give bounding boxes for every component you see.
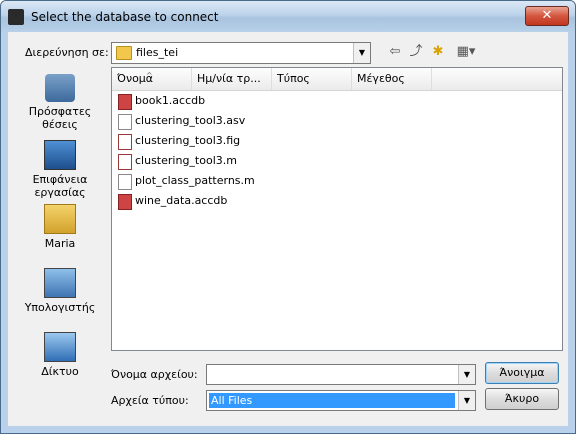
filetype-value: All Files [209,393,455,408]
look-in-combobox[interactable]: files_tei ▼ [111,42,371,64]
computer-icon [44,268,76,298]
filetype-select[interactable]: All Files ▼ [206,390,476,411]
filename-dropdown-arrow[interactable]: ▼ [458,365,475,384]
place-label: Maria [44,237,76,250]
column-size[interactable]: Μέγεθος [352,68,432,90]
filetype-dropdown-arrow[interactable]: ▼ [458,391,475,410]
place-user[interactable]: Maria [14,204,106,250]
look-in-label: Διερεύνηση σε: [25,46,109,59]
title-bar[interactable]: Select the database to connect ✕ [1,1,575,32]
place-network[interactable]: Δίκτυο [14,332,106,378]
dialog-window: Select the database to connect ✕ Διερεύν… [0,0,576,434]
text-file-icon [118,114,132,130]
file-name: clustering_tool3.m [135,154,237,167]
column-name[interactable]: ^ Όνομα [112,68,192,90]
sort-indicator-icon: ^ [146,71,153,80]
filetype-label: Αρχεία τύπου: [111,394,189,407]
file-name: book1.accdb [135,94,206,107]
network-icon [44,332,76,362]
column-date[interactable]: Ημ/νία τρ... [192,68,272,90]
file-name: wine_data.accdb [135,194,228,207]
place-label: Επιφάνεια εργασίας [32,173,88,199]
up-folder-icon[interactable]: ⤴ [406,43,426,61]
recent-places-icon [45,74,75,102]
file-name: plot_class_patterns.m [135,174,255,187]
matlab-icon [8,9,24,25]
desktop-icon [44,140,76,170]
views-menu-icon[interactable]: ▦▾ [452,43,480,61]
look-in-dropdown-arrow[interactable]: ▼ [353,43,370,63]
open-button[interactable]: Άνοιγμα [485,362,559,384]
filename-label: Όνομα αρχείου: [111,368,198,381]
user-folder-icon [44,204,76,234]
dialog-body: Διερεύνηση σε: files_tei ▼ ⇦ ⤴ ✱ ▦▾ Πρόσ… [8,32,568,426]
place-label: Υπολογιστής [24,301,96,314]
file-name: clustering_tool3.asv [135,114,246,127]
place-desktop[interactable]: Επιφάνεια εργασίας [14,140,106,199]
back-icon[interactable]: ⇦ [385,43,405,61]
matlab-file-icon [118,134,132,150]
column-header: ^ Όνομα Ημ/νία τρ... Τύπος Μέγεθος [112,68,562,91]
new-folder-icon[interactable]: ✱ [428,43,448,61]
column-type[interactable]: Τύπος [272,68,352,90]
close-button[interactable]: ✕ [525,6,569,26]
folder-icon [116,46,132,60]
place-label: Δίκτυο [41,365,79,378]
file-name: clustering_tool3.fig [135,134,241,147]
places-bar: Πρόσφατες θέσεις Επιφάνεια εργασίας Mari… [14,68,106,418]
access-file-icon [118,94,132,110]
matlab-file-icon [118,154,132,170]
cancel-button[interactable]: Άκυρο [485,388,559,410]
text-file-icon [118,174,132,190]
place-label: Πρόσφατες θέσεις [28,105,92,131]
access-file-icon [118,194,132,210]
look-in-value: files_tei [136,46,179,59]
window-title: Select the database to connect [31,10,219,24]
filename-input[interactable]: ▼ [206,364,476,385]
file-list[interactable]: ^ Όνομα Ημ/νία τρ... Τύπος Μέγεθος book1… [111,67,563,351]
place-recent[interactable]: Πρόσφατες θέσεις [14,74,106,131]
place-computer[interactable]: Υπολογιστής [14,268,106,314]
